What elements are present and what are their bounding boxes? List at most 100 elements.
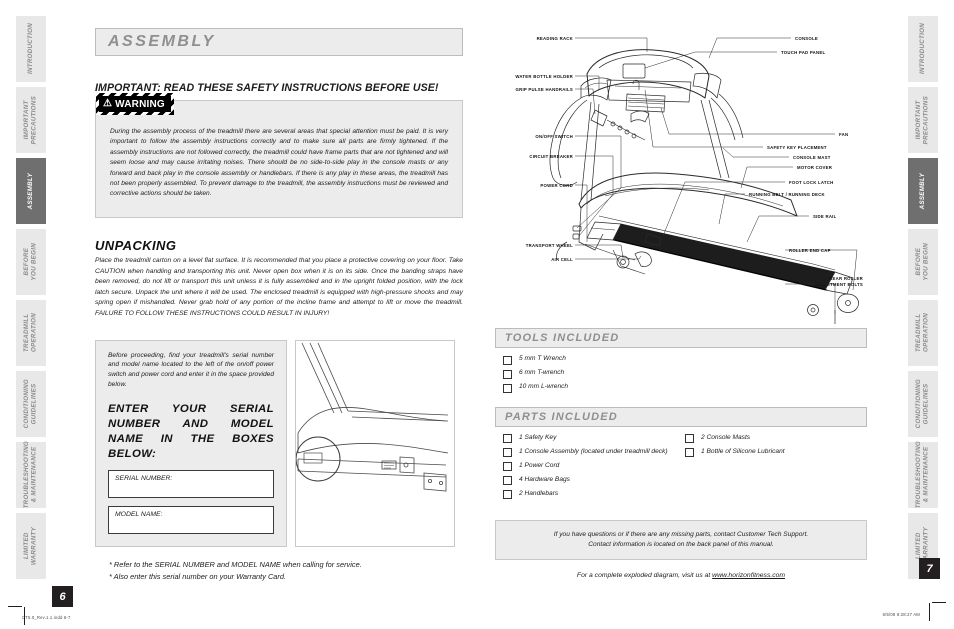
tab-assembly-right[interactable]: ASSEMBLY <box>908 158 938 224</box>
tab-troubleshooting-maintenance-right[interactable]: TROUBLESHOOTING & MAINTENANCE <box>908 441 938 509</box>
tool-label: 10 mm L-wrench <box>519 383 569 390</box>
horizonfitness-link[interactable]: www.horizonfitness.com <box>712 572 785 579</box>
diagram-label-reading-rack: READING RACK <box>536 36 573 41</box>
diagram-label-water-bottle-holder: WATER BOTTLE HOLDER <box>515 74 573 79</box>
exploded-diagram-note: For a complete exploded diagram, visit u… <box>495 572 867 579</box>
list-item[interactable]: 10 mm L-wrench <box>503 383 867 393</box>
part-label: 1 Power Cord <box>519 461 560 469</box>
list-item[interactable]: 1 Power Cord <box>503 461 685 471</box>
support-line-2: Contact information is located on the ba… <box>588 540 774 548</box>
treadmill-parts-diagram: READING RACK WATER BOTTLE HOLDER GRIP PU… <box>495 28 867 328</box>
diagram-label-safety-key-placement: SAFETY KEY PLACEMENT <box>767 145 827 150</box>
checkbox-icon[interactable] <box>503 355 512 365</box>
diagram-label-transport-wheel: TRANSPORT WHEEL <box>525 243 573 248</box>
tab-limited-warranty[interactable]: LIMITED WARRANTY <box>16 513 46 579</box>
tab-before-you-begin-right[interactable]: BEFORE YOU BEGIN <box>908 229 938 295</box>
list-item[interactable]: 2 Handlebars <box>503 489 685 499</box>
serial-intro-text: Before proceeding, find your treadmill's… <box>108 351 274 388</box>
part-label: 2 Console Masts <box>701 433 751 441</box>
treadmill-base-serial-location-illustration <box>295 339 455 547</box>
part-label: 1 Safety Key <box>519 433 557 441</box>
diagram-label-roller-end-cap: ROLLER END CAP <box>789 248 831 253</box>
tab-treadmill-operation-right[interactable]: TREADMILL OPERATION <box>908 300 938 366</box>
parts-column-2: 2 Console Masts 1 Bottle of Silicone Lub… <box>685 434 867 504</box>
tab-introduction-right[interactable]: INTRODUCTION <box>908 16 938 82</box>
list-item[interactable]: 1 Bottle of Silicone Lubricant <box>685 448 867 457</box>
footnote-2: * Also enter this serial number on your … <box>109 571 287 581</box>
page-number-right: 7 <box>919 558 940 579</box>
checkbox-icon[interactable] <box>685 448 694 457</box>
tool-label: 5 mm T Wrench <box>519 355 566 362</box>
crop-mark-left-v <box>24 607 25 625</box>
diagram-label-running-belt-deck: RUNNING BELT / RUNNING DECK <box>749 192 825 197</box>
tools-included-heading: TOOLS INCLUDED <box>505 332 620 344</box>
serial-cta-heading: ENTER YOUR SERIAL NUMBER AND MODEL NAME … <box>108 402 274 460</box>
support-line-1: If you have questions or if there are an… <box>553 530 809 538</box>
serial-footnotes: * Refer to the SERIAL NUMBER and MODEL N… <box>109 559 463 583</box>
footnote-1: * Refer to the SERIAL NUMBER and MODEL N… <box>109 559 362 569</box>
serial-number-section: Before proceeding, find your treadmill's… <box>95 339 463 547</box>
diagram-label-motor-cover: MOTOR COVER <box>797 165 833 170</box>
model-name-input[interactable]: MODEL NAME: <box>108 505 274 534</box>
right-page: READING RACK WATER BOTTLE HOLDER GRIP PU… <box>495 28 867 588</box>
tab-introduction[interactable]: INTRODUCTION <box>16 16 46 82</box>
tab-label: INTRODUCTION <box>27 23 35 75</box>
section-banner-assembly: ASSEMBLY <box>95 28 463 56</box>
serial-number-label: SERIAL NUMBER: <box>115 474 173 482</box>
list-item[interactable]: 1 Safety Key <box>503 433 685 443</box>
checkbox-icon[interactable] <box>503 369 512 379</box>
customer-support-box: If you have questions or if there are an… <box>495 519 867 560</box>
tab-assembly[interactable]: ASSEMBLY <box>16 158 46 224</box>
checkbox-icon[interactable] <box>503 490 512 499</box>
tab-important-precautions[interactable]: IMPORTANT PRECAUTIONS <box>16 87 46 153</box>
tool-label: 6 mm T-wrench <box>519 369 565 376</box>
page-number-left: 6 <box>52 586 73 607</box>
crop-mark-right-v <box>929 603 930 621</box>
serial-number-input[interactable]: SERIAL NUMBER: <box>108 469 274 498</box>
diagram-label-grip-pulse-handrails: GRIP PULSE HANDRAILS <box>515 87 573 92</box>
unpacking-heading: UNPACKING <box>95 238 177 253</box>
exploded-prefix: For a complete exploded diagram, visit u… <box>576 571 713 579</box>
warning-badge-label: WARNING <box>115 98 165 110</box>
page-title: ASSEMBLY <box>108 33 216 50</box>
warning-box: ⚠ WARNING During the assembly process of… <box>95 93 463 218</box>
tab-conditioning-guidelines-right[interactable]: CONDITIONING GUIDELINES <box>908 371 938 437</box>
list-item[interactable]: 1 Console Assembly (located under treadm… <box>503 447 685 457</box>
tab-label: INTRODUCTION <box>919 23 927 75</box>
list-item[interactable]: 6 mm T-wrench <box>503 369 867 379</box>
checkbox-icon[interactable] <box>503 434 512 443</box>
checkbox-icon[interactable] <box>503 476 512 485</box>
tab-before-you-begin[interactable]: BEFORE YOU BEGIN <box>16 229 46 295</box>
tab-label: TREADMILL OPERATION <box>23 313 38 353</box>
serial-entry-box: Before proceeding, find your treadmill's… <box>95 339 287 547</box>
diagram-label-air-cell: AIR CELL <box>551 257 573 262</box>
sidebar-tabs-right: INTRODUCTION IMPORTANT PRECAUTIONS ASSEM… <box>908 16 938 579</box>
section-banner-parts-included: PARTS INCLUDED <box>495 406 867 427</box>
sidebar-tabs-left: INTRODUCTION IMPORTANT PRECAUTIONS ASSEM… <box>16 16 46 579</box>
print-mark-timestamp: 6/5/08 8:28:27 AM <box>882 612 920 617</box>
part-label: 2 Handlebars <box>519 489 559 497</box>
list-item[interactable]: 5 mm T Wrench <box>503 355 867 365</box>
tab-label: CONDITIONING GUIDELINES <box>23 379 38 429</box>
tab-label: IMPORTANT PRECAUTIONS <box>915 95 930 145</box>
tools-included-list: 5 mm T Wrench 6 mm T-wrench 10 mm L-wren… <box>495 355 867 393</box>
list-item[interactable]: 4 Hardware Bags <box>503 476 685 485</box>
tab-label: ASSEMBLY <box>27 172 35 210</box>
parts-included-list: 1 Safety Key 1 Console Assembly (located… <box>495 434 867 504</box>
diagram-label-touch-pad-panel: TOUCH PAD PANEL <box>781 50 826 55</box>
tab-label: TREADMILL OPERATION <box>915 313 930 353</box>
checkbox-icon[interactable] <box>503 383 512 393</box>
tab-label: IMPORTANT PRECAUTIONS <box>23 95 38 145</box>
part-label: 1 Console Assembly (located under treadm… <box>519 447 668 455</box>
checkbox-icon[interactable] <box>503 462 512 471</box>
crop-mark-right <box>932 602 946 603</box>
checkbox-icon[interactable] <box>503 448 512 457</box>
tab-treadmill-operation[interactable]: TREADMILL OPERATION <box>16 300 46 366</box>
tab-label: TROUBLESHOOTING & MAINTENANCE <box>915 441 930 509</box>
tab-conditioning-guidelines[interactable]: CONDITIONING GUIDELINES <box>16 371 46 437</box>
tab-troubleshooting-maintenance[interactable]: TROUBLESHOOTING & MAINTENANCE <box>16 441 46 509</box>
print-mark-filename: CT5.0_Rev.1.1.indd 6-7 <box>22 615 71 620</box>
tab-important-precautions-right[interactable]: IMPORTANT PRECAUTIONS <box>908 87 938 153</box>
list-item[interactable]: 2 Console Masts <box>685 433 867 443</box>
checkbox-icon[interactable] <box>685 434 694 443</box>
